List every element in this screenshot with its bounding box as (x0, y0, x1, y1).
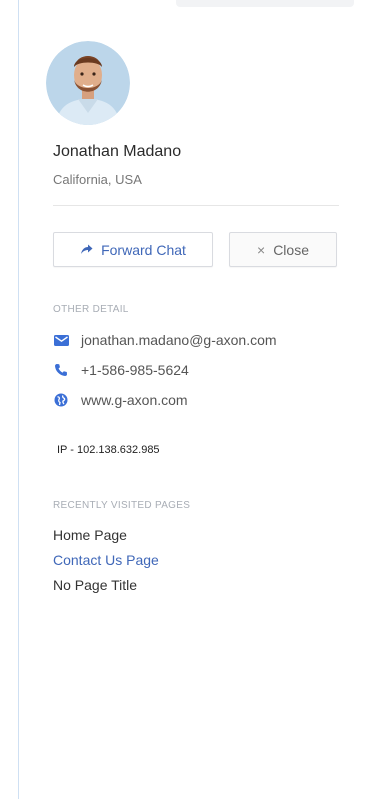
other-detail-title: OTHER DETAIL (53, 304, 129, 315)
recent-pages-title: RECENTLY VISITED PAGES (53, 500, 191, 511)
forward-chat-button[interactable]: Forward Chat (53, 232, 213, 267)
contact-location: California, USA (53, 172, 142, 187)
forward-arrow-icon (80, 242, 93, 258)
visited-page-link[interactable]: No Page Title (53, 577, 137, 593)
phone-icon (53, 362, 69, 378)
close-icon: × (257, 241, 266, 258)
globe-icon (53, 392, 69, 408)
panel-left-border (18, 0, 19, 799)
close-button[interactable]: × Close (229, 232, 337, 267)
website-text[interactable]: www.g-axon.com (81, 392, 188, 408)
close-label: Close (273, 241, 309, 258)
website-row[interactable]: www.g-axon.com (53, 392, 188, 408)
forward-chat-label: Forward Chat (101, 241, 186, 258)
email-row[interactable]: jonathan.madano@g-axon.com (53, 332, 277, 348)
divider (53, 205, 339, 206)
contact-name: Jonathan Madano (53, 143, 182, 160)
phone-row[interactable]: +1-586-985-5624 (53, 362, 189, 378)
ip-address: IP - 102.138.632.985 (57, 444, 160, 456)
avatar (46, 41, 130, 125)
email-text[interactable]: jonathan.madano@g-axon.com (81, 332, 277, 348)
phone-text[interactable]: +1-586-985-5624 (81, 362, 189, 378)
mail-icon (53, 332, 69, 348)
visited-page-link[interactable]: Contact Us Page (53, 552, 159, 568)
top-search-bar-edge (176, 0, 354, 7)
visited-page-link[interactable]: Home Page (53, 527, 127, 543)
